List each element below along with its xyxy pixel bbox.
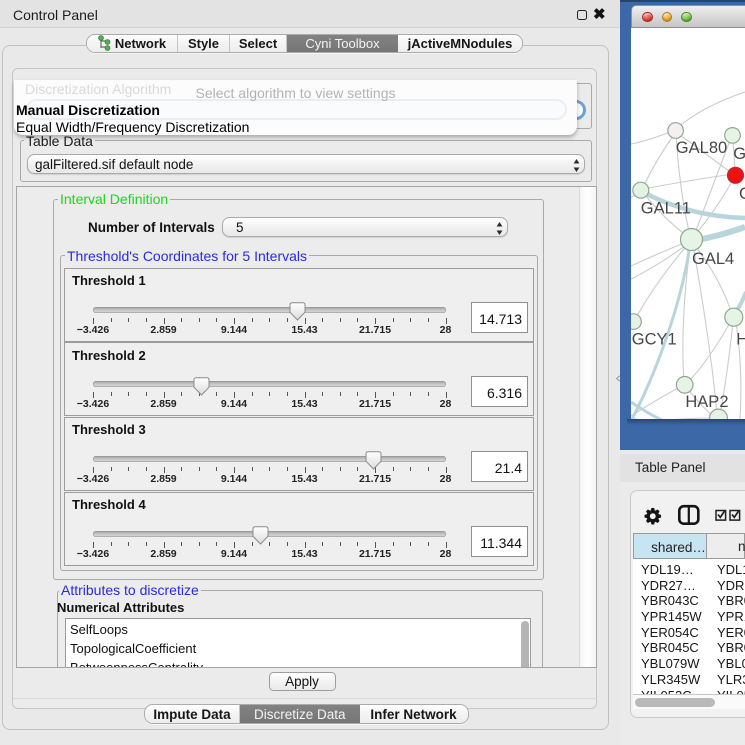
svg-text:HAP2: HAP2 bbox=[685, 393, 728, 411]
svg-text:GA: GA bbox=[733, 145, 745, 163]
svg-text:GAL4: GAL4 bbox=[692, 250, 734, 268]
svg-text:GAL11: GAL11 bbox=[641, 200, 691, 218]
svg-text:C: C bbox=[739, 185, 745, 203]
svg-text:GCY1: GCY1 bbox=[632, 331, 677, 349]
svg-text:GAL80: GAL80 bbox=[676, 139, 727, 157]
svg-text:H: H bbox=[736, 331, 745, 349]
